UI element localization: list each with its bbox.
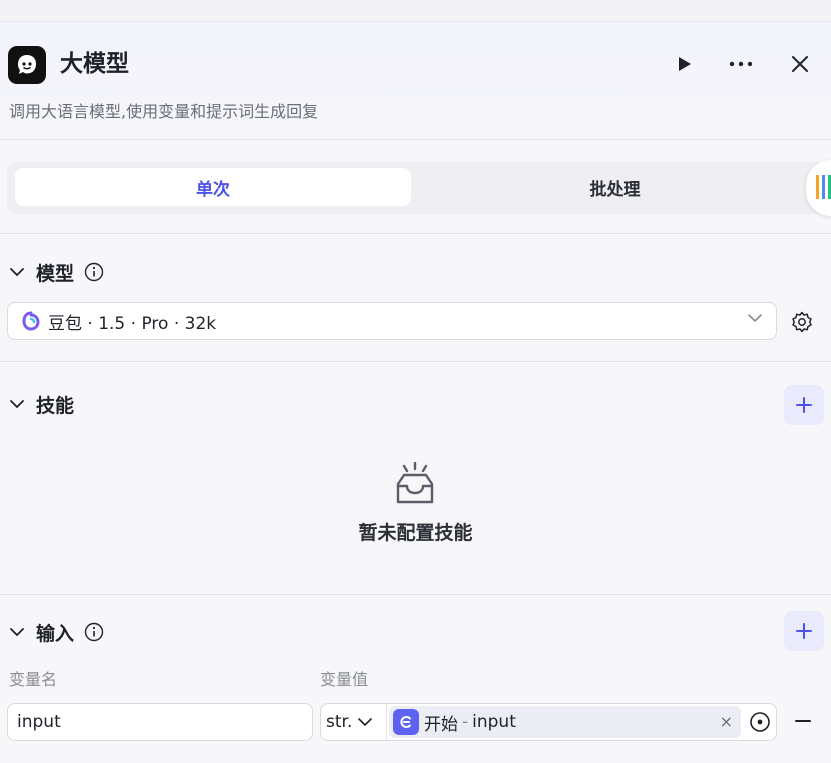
- variable-value-column-label: 变量值: [320, 670, 369, 689]
- skills-section-header: 技能: [8, 389, 74, 419]
- variable-name-column-label: 变量名: [9, 670, 58, 689]
- variable-name-input[interactable]: input: [7, 703, 313, 741]
- mode-tabs: 单次 批处理: [7, 162, 827, 214]
- empty-inbox-icon: [390, 461, 440, 508]
- add-skill-button[interactable]: [784, 385, 824, 425]
- divider: [0, 594, 831, 595]
- plus-icon: [796, 623, 812, 639]
- variable-picker-icon[interactable]: [749, 711, 771, 733]
- chevron-down-icon[interactable]: [8, 263, 26, 281]
- add-input-button[interactable]: [784, 611, 824, 651]
- variable-type-select[interactable]: str.: [321, 704, 387, 740]
- divider: [0, 233, 831, 234]
- input-section-header: 输入: [8, 617, 104, 647]
- variable-type-label: str.: [326, 712, 353, 732]
- model-select[interactable]: 豆包 · 1.5 · Pro · 32k: [7, 302, 777, 340]
- remove-input-row-icon[interactable]: [794, 712, 812, 730]
- selected-model-label: 豆包 · 1.5 · Pro · 32k: [48, 313, 217, 334]
- assistant-avatar-icon: [8, 46, 46, 84]
- tab-batch[interactable]: 批处理: [417, 168, 813, 206]
- close-icon[interactable]: [786, 50, 814, 78]
- chevron-down-icon: [748, 314, 762, 323]
- gear-icon[interactable]: [790, 310, 814, 334]
- chevron-down-icon[interactable]: [8, 395, 26, 413]
- more-horizontal-icon[interactable]: [727, 50, 755, 78]
- skills-section-title: 技能: [36, 394, 75, 417]
- plus-icon: [796, 397, 812, 413]
- clear-reference-icon[interactable]: ×: [720, 712, 733, 731]
- skills-empty-text: 暂未配置技能: [358, 522, 473, 544]
- reference-separator: -: [462, 712, 469, 732]
- reference-variable-name: input: [472, 712, 516, 732]
- model-section-header: 模型: [8, 257, 104, 287]
- page-title: 大模型: [60, 51, 129, 77]
- chevron-down-icon: [358, 717, 373, 726]
- reference-node-name: 开始: [424, 714, 458, 735]
- divider: [0, 361, 831, 362]
- start-node-icon: [393, 709, 419, 735]
- chevron-down-icon[interactable]: [8, 623, 26, 641]
- doubao-logo-icon: [22, 311, 40, 331]
- tab-single[interactable]: 单次: [15, 168, 411, 206]
- model-section-title: 模型: [36, 262, 75, 285]
- play-icon[interactable]: [670, 50, 698, 78]
- variable-value-field: str. 开始 - input ×: [320, 703, 777, 741]
- top-strip: [0, 0, 831, 22]
- variable-reference-tag[interactable]: 开始 - input ×: [389, 706, 741, 738]
- input-section-title: 输入: [36, 622, 75, 645]
- node-header: 大模型 调用大语言模型,使用变量和提示词生成回复: [0, 22, 831, 140]
- info-icon[interactable]: [84, 622, 104, 642]
- node-description: 调用大语言模型,使用变量和提示词生成回复: [9, 102, 319, 121]
- info-icon[interactable]: [84, 262, 104, 282]
